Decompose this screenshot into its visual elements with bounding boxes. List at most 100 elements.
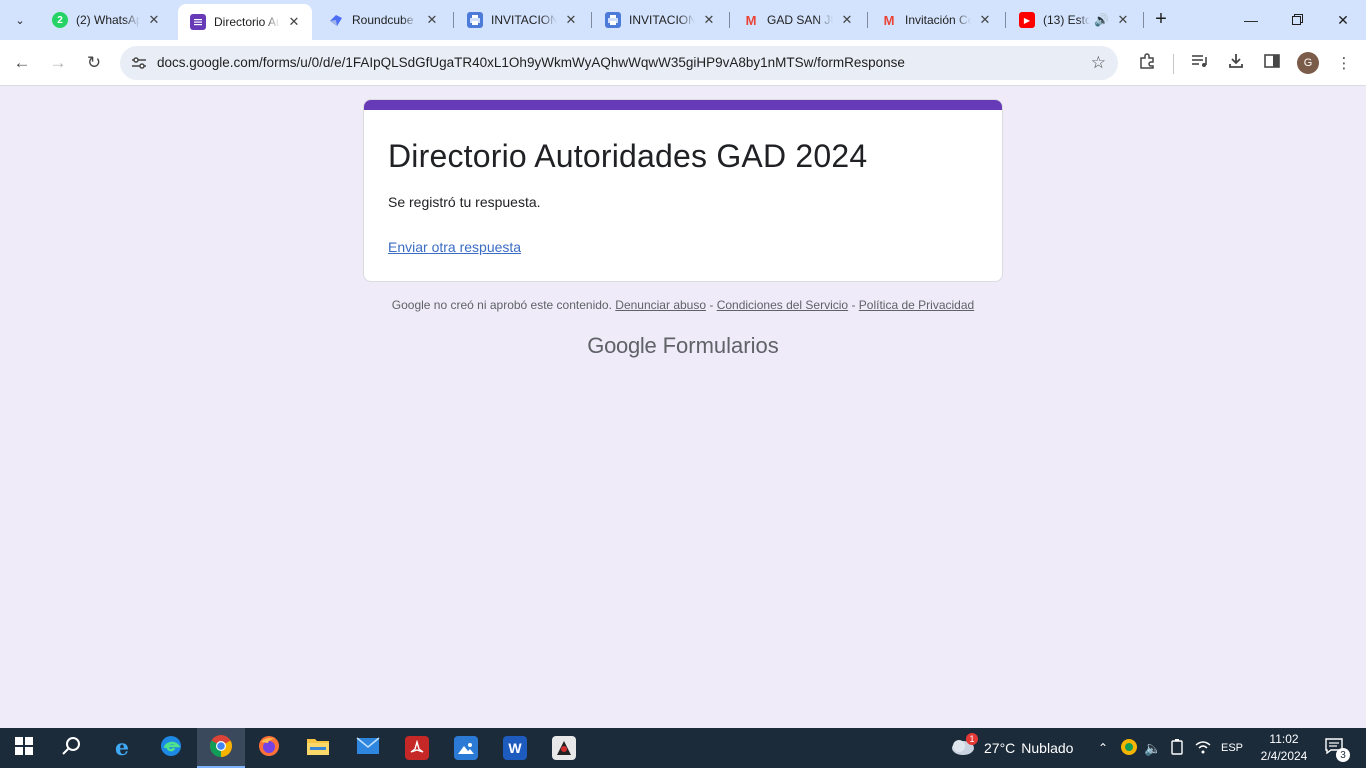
app-icon [552, 736, 576, 760]
network-button[interactable] [1195, 728, 1211, 768]
submit-another-link[interactable]: Enviar otra respuesta [388, 239, 521, 255]
taskbar-clock[interactable]: 11:02 2/4/2024 [1252, 731, 1316, 765]
minimize-button[interactable]: — [1228, 0, 1274, 40]
close-icon[interactable]: ✕ [286, 14, 302, 30]
browser-toolbar: ← → ↻ docs.google.com/forms/u/0/d/e/1FAI… [0, 40, 1366, 86]
back-button[interactable]: ← [8, 49, 36, 77]
form-title: Directorio Autoridades GAD 2024 [388, 138, 868, 174]
menu-button[interactable]: ⋮ [1332, 51, 1356, 75]
reload-button[interactable]: ↻ [80, 49, 108, 77]
taskbar-firefox[interactable] [245, 728, 293, 768]
puzzle-icon [1138, 52, 1156, 74]
battery-button[interactable] [1170, 728, 1184, 768]
taskbar-search-button[interactable] [48, 728, 96, 768]
tab-separator [1005, 12, 1006, 28]
close-icon[interactable]: ✕ [146, 12, 162, 28]
close-icon: ✕ [1337, 11, 1349, 28]
taskbar-acrobat[interactable] [393, 728, 441, 768]
security-shield-icon [1120, 738, 1138, 759]
bookmark-star-icon[interactable]: ☆ [1091, 53, 1106, 73]
close-icon[interactable]: ✕ [977, 12, 993, 28]
forward-button[interactable]: → [44, 49, 72, 77]
taskbar-word[interactable]: W [491, 728, 539, 768]
tray-app-icon[interactable] [1120, 728, 1138, 768]
windows-logo-icon [15, 736, 33, 760]
url-text[interactable]: docs.google.com/forms/u/0/d/e/1FAIpQLSdG… [157, 55, 905, 70]
privacy-link[interactable]: Política de Privacidad [859, 298, 974, 312]
tab-gad-san-juan[interactable]: M GAD SAN JUAN ✕ [731, 4, 865, 36]
chevron-up-icon: ⌃ [1098, 741, 1109, 755]
weather-badge: 1 [966, 733, 978, 745]
gmail-icon: M [883, 12, 895, 28]
taskbar-photos[interactable] [442, 728, 490, 768]
firefox-icon [257, 734, 281, 763]
google-forms-logo[interactable]: Google Formularios [0, 333, 1366, 359]
tab-separator [453, 12, 454, 28]
print-icon [467, 12, 483, 28]
close-icon[interactable]: ✕ [839, 12, 855, 28]
tab-title: (2) WhatsApp [76, 13, 140, 27]
tab-title: Invitación Ce [905, 13, 971, 27]
close-icon[interactable]: ✕ [701, 12, 717, 28]
tab-separator [1143, 12, 1144, 28]
word-icon: W [503, 736, 527, 760]
taskbar-chrome[interactable] [197, 728, 245, 768]
taskbar-file-explorer[interactable] [294, 728, 342, 768]
speaker-icon: 🔈 [1144, 739, 1162, 756]
profile-avatar[interactable]: G [1297, 52, 1319, 74]
tab-youtube[interactable]: ▶ (13) Esto 🔊 ✕ [1007, 4, 1141, 36]
speaker-icon[interactable]: 🔊 [1094, 13, 1109, 27]
language-indicator: ESP [1221, 742, 1244, 754]
tab-invitacion-ce[interactable]: M Invitación Ce ✕ [869, 4, 1003, 36]
chevron-down-icon: ⌄ [15, 14, 25, 27]
report-abuse-link[interactable]: Denunciar abuso [615, 298, 706, 312]
site-info-icon[interactable] [130, 54, 148, 72]
roundcube-icon [328, 12, 344, 28]
input-language-button[interactable]: ESP [1221, 728, 1243, 768]
tab-title: INVITACION [491, 13, 557, 27]
footer-separator: - [851, 298, 856, 312]
show-hidden-icons-button[interactable]: ⌃ [1098, 728, 1108, 768]
internet-explorer-icon: e [115, 735, 129, 761]
weather-description: Nublado [1021, 740, 1074, 756]
arrow-right-icon: → [49, 53, 67, 72]
taskbar-edge[interactable] [147, 728, 195, 768]
address-bar[interactable]: docs.google.com/forms/u/0/d/e/1FAIpQLSdG… [120, 46, 1118, 80]
tab-directorio[interactable]: Directorio Autoridades GAD 2024 ✕ [178, 4, 312, 40]
close-icon[interactable]: ✕ [1115, 12, 1131, 28]
mail-icon [356, 736, 380, 760]
tab-invitacion-1[interactable]: INVITACION ✕ [455, 4, 589, 36]
plus-icon: + [1155, 7, 1167, 30]
tab-invitacion-2[interactable]: INVITACION ✕ [593, 4, 727, 36]
tab-whatsapp[interactable]: 2 (2) WhatsApp ✕ [40, 4, 172, 36]
folder-icon [306, 736, 330, 761]
close-window-button[interactable]: ✕ [1320, 0, 1366, 40]
volume-button[interactable]: 🔈 [1144, 728, 1161, 768]
whatsapp-icon: 2 [52, 12, 68, 28]
toolbar-separator [1173, 54, 1174, 74]
tab-roundcube[interactable]: Roundcube Webmail ✕ [316, 4, 450, 36]
taskbar-mail[interactable] [344, 728, 392, 768]
restore-icon [1291, 12, 1303, 28]
tab-title: Roundcube Webmail [352, 13, 418, 27]
side-panel-button[interactable] [1260, 51, 1284, 75]
media-control-button[interactable] [1188, 51, 1212, 75]
taskbar-internet-explorer[interactable]: e [98, 728, 146, 768]
youtube-icon: ▶ [1019, 12, 1035, 28]
extensions-button[interactable] [1135, 51, 1159, 75]
taskbar-app[interactable] [540, 728, 588, 768]
google-forms-icon [190, 14, 206, 30]
minimize-icon: — [1244, 12, 1258, 28]
close-icon[interactable]: ✕ [424, 12, 440, 28]
search-icon [62, 736, 82, 761]
restore-button[interactable] [1274, 0, 1320, 40]
close-icon[interactable]: ✕ [563, 12, 579, 28]
notification-center-button[interactable]: 3 [1322, 736, 1350, 762]
weather-widget[interactable]: 1 27°C Nublado [950, 728, 1073, 768]
start-button[interactable] [0, 728, 48, 768]
tab-search-button[interactable]: ⌄ [8, 8, 32, 32]
terms-link[interactable]: Condiciones del Servicio [717, 298, 848, 312]
new-tab-button[interactable]: + [1150, 8, 1172, 30]
downloads-button[interactable] [1224, 51, 1248, 75]
form-footer: Google no creó ni aprobó este contenido.… [0, 298, 1366, 312]
